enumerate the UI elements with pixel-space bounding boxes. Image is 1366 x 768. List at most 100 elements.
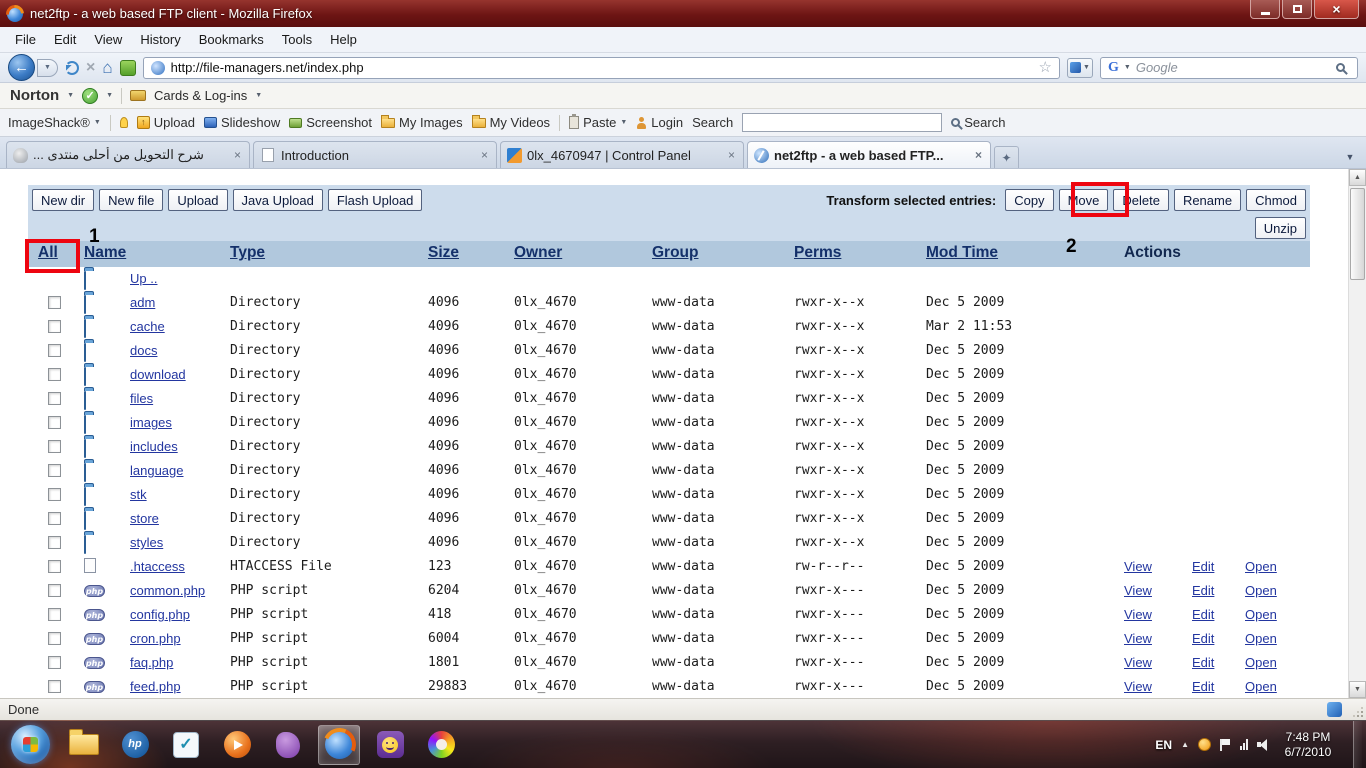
addon-button[interactable]: ▼ (1067, 58, 1093, 78)
file-link[interactable]: docs (130, 343, 157, 358)
file-link[interactable]: feed.php (130, 679, 181, 694)
file-link[interactable]: download (130, 367, 186, 382)
row-checkbox[interactable] (48, 416, 61, 429)
bulb-icon[interactable] (120, 117, 128, 128)
file-link[interactable]: .htaccess (130, 559, 185, 574)
row-checkbox[interactable] (48, 296, 61, 309)
row-checkbox[interactable] (48, 608, 61, 621)
tab-introduction[interactable]: Introduction × (253, 141, 497, 168)
file-link[interactable]: store (130, 511, 159, 526)
row-checkbox[interactable] (48, 680, 61, 693)
action-open[interactable]: Open (1245, 607, 1277, 622)
ftp-button-chmod[interactable]: Chmod (1246, 189, 1306, 211)
file-link[interactable]: Up .. (130, 271, 157, 286)
cards-logins-button[interactable]: Cards & Log-ins (154, 88, 247, 103)
action-view[interactable]: View (1124, 559, 1152, 574)
resize-grip[interactable] (1353, 707, 1363, 717)
row-checkbox[interactable] (48, 536, 61, 549)
menu-history[interactable]: History (131, 28, 189, 51)
action-center-flag-icon[interactable] (1220, 739, 1231, 751)
menu-help[interactable]: Help (321, 28, 366, 51)
file-link[interactable]: common.php (130, 583, 205, 598)
scroll-up-icon[interactable]: ▲ (1349, 169, 1366, 186)
taskbar-item-yahoo-messenger[interactable] (369, 725, 411, 765)
col-header-size[interactable]: Size (428, 244, 459, 262)
taskbar-item-image-editor[interactable] (420, 725, 462, 765)
action-edit[interactable]: Edit (1192, 655, 1214, 670)
file-link[interactable]: stk (130, 487, 147, 502)
ftp-button-rename[interactable]: Rename (1174, 189, 1241, 211)
menu-view[interactable]: View (85, 28, 131, 51)
scroll-down-icon[interactable]: ▼ (1349, 681, 1366, 698)
menu-edit[interactable]: Edit (45, 28, 85, 51)
scrollbar-thumb[interactable] (1350, 188, 1365, 280)
show-hidden-icons[interactable]: ▲ (1181, 740, 1189, 749)
chevron-down-icon[interactable]: ▼ (255, 92, 262, 99)
ftp-button-copy[interactable]: Copy (1005, 189, 1053, 211)
action-edit[interactable]: Edit (1192, 583, 1214, 598)
action-view[interactable]: View (1124, 607, 1152, 622)
show-desktop-button[interactable] (1353, 721, 1362, 768)
url-text[interactable]: http://file-managers.net/index.php (171, 60, 364, 75)
ftp-button-new-file[interactable]: New file (99, 189, 163, 211)
file-link[interactable]: faq.php (130, 655, 173, 670)
row-checkbox[interactable] (48, 512, 61, 525)
file-link[interactable]: styles (130, 535, 163, 550)
row-checkbox[interactable] (48, 368, 61, 381)
close-icon[interactable]: × (973, 149, 984, 161)
tab-control-panel[interactable]: 0lx_4670947 | Control Panel × (500, 141, 744, 168)
imageshack-quick-icon[interactable] (120, 60, 136, 76)
action-view[interactable]: View (1124, 583, 1152, 598)
row-checkbox[interactable] (48, 656, 61, 669)
vertical-scrollbar[interactable]: ▲ ▼ (1348, 169, 1366, 698)
volume-icon[interactable] (1257, 739, 1270, 750)
file-link[interactable]: images (130, 415, 172, 430)
row-checkbox[interactable] (48, 392, 61, 405)
row-checkbox[interactable] (48, 560, 61, 573)
maximize-button[interactable] (1282, 0, 1312, 19)
taskbar-item-media-player[interactable] (216, 725, 258, 765)
action-edit[interactable]: Edit (1192, 631, 1214, 646)
file-link[interactable]: language (130, 463, 184, 478)
imageshack-search-button[interactable]: Search (951, 115, 1005, 130)
action-open[interactable]: Open (1245, 631, 1277, 646)
close-icon[interactable]: × (232, 149, 243, 161)
bookmark-star-icon[interactable]: ☆ (1039, 60, 1052, 75)
row-checkbox[interactable] (48, 320, 61, 333)
tab-forum[interactable]: ... شرح التحويل من أحلى منتدى × (6, 141, 250, 168)
stop-icon[interactable]: × (86, 60, 95, 76)
imageshack-brand[interactable]: ImageShack® ▼ (8, 115, 101, 130)
search-icon[interactable] (1336, 63, 1345, 72)
close-icon[interactable]: × (479, 149, 490, 161)
col-header-type[interactable]: Type (230, 244, 265, 262)
col-header-owner[interactable]: Owner (514, 244, 562, 262)
action-view[interactable]: View (1124, 631, 1152, 646)
close-button[interactable]: × (1314, 0, 1359, 19)
file-link[interactable]: config.php (130, 607, 190, 622)
tray-app-icon[interactable] (1198, 738, 1211, 751)
language-indicator[interactable]: EN (1155, 738, 1172, 752)
row-checkbox[interactable] (48, 464, 61, 477)
ftp-button-new-dir[interactable]: New dir (32, 189, 94, 211)
chevron-down-icon[interactable]: ▼ (106, 92, 113, 99)
search-placeholder[interactable]: Google (1136, 60, 1178, 75)
action-edit[interactable]: Edit (1192, 559, 1214, 574)
ftp-button-upload[interactable]: Upload (168, 189, 227, 211)
action-open[interactable]: Open (1245, 583, 1277, 598)
action-view[interactable]: View (1124, 679, 1152, 694)
menu-bookmarks[interactable]: Bookmarks (190, 28, 273, 51)
search-box[interactable]: G ▼ Google (1100, 57, 1358, 79)
minimize-button[interactable] (1250, 0, 1280, 19)
network-icon[interactable] (1240, 739, 1248, 750)
file-link[interactable]: includes (130, 439, 178, 454)
my-images-button[interactable]: My Images (381, 115, 463, 130)
taskbar-item-utility[interactable] (267, 725, 309, 765)
file-link[interactable]: adm (130, 295, 155, 310)
file-link[interactable]: cron.php (130, 631, 181, 646)
my-videos-button[interactable]: My Videos (472, 115, 550, 130)
menu-tools[interactable]: Tools (273, 28, 321, 51)
row-checkbox[interactable] (48, 632, 61, 645)
norton-brand[interactable]: Norton (10, 87, 59, 104)
row-checkbox[interactable] (48, 488, 61, 501)
norton-safe-icon[interactable]: ✓ (82, 88, 98, 104)
